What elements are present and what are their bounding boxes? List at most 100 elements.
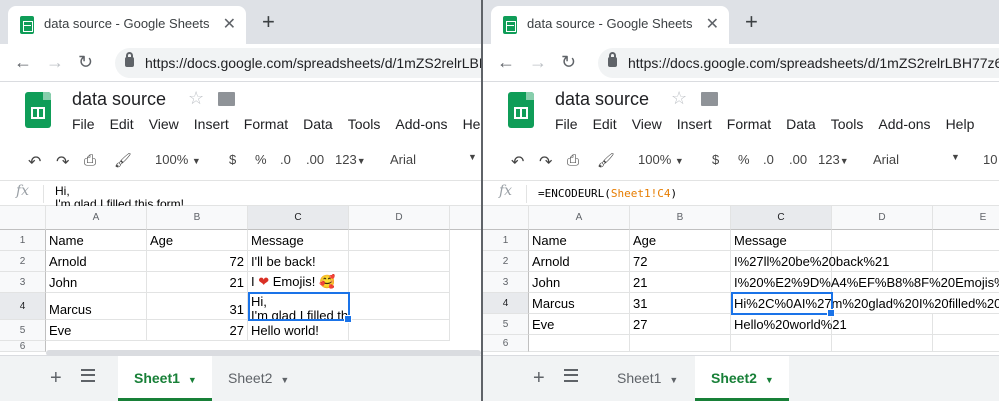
sheet-tab-sheet2[interactable]: Sheet2 ▼ <box>212 356 306 401</box>
more-formats-button[interactable]: 123▼ <box>818 152 849 167</box>
forward-icon[interactable]: → <box>529 52 547 73</box>
font-select[interactable]: Arial <box>873 152 899 167</box>
cell[interactable]: Message <box>731 230 832 251</box>
add-sheet-icon[interactable]: + <box>50 367 62 390</box>
new-tab-icon[interactable]: + <box>745 9 758 35</box>
zoom-select[interactable]: 100% ▼ <box>155 152 201 167</box>
cell[interactable] <box>933 314 999 335</box>
menu-file[interactable]: File <box>72 116 95 132</box>
increase-decimal-button[interactable]: .00 <box>789 152 807 167</box>
row-header-1[interactable]: 1 <box>0 230 46 251</box>
cell[interactable]: Name <box>46 230 147 251</box>
cell[interactable]: 21 <box>147 272 248 293</box>
column-header-b[interactable]: B <box>630 206 731 230</box>
all-sheets-icon[interactable] <box>564 369 578 382</box>
document-title[interactable]: data source <box>555 89 649 110</box>
cell[interactable]: 31 <box>147 293 248 320</box>
percent-button[interactable]: % <box>255 152 267 167</box>
undo-icon[interactable]: ↶ <box>511 152 524 172</box>
reload-icon[interactable]: ↻ <box>78 52 93 73</box>
corner-header[interactable] <box>0 206 46 230</box>
row-header-2[interactable]: 2 <box>483 251 529 272</box>
menu-help[interactable]: Help <box>946 116 975 132</box>
cell[interactable] <box>349 293 450 320</box>
menu-edit[interactable]: Edit <box>110 116 134 132</box>
menu-tools[interactable]: Tools <box>348 116 381 132</box>
browser-tab[interactable]: data source - Google Sheets ✕ <box>8 6 246 44</box>
currency-button[interactable]: $ <box>229 152 236 167</box>
cell-selected[interactable]: Hi%2C%0AI%27m%20glad%20I%20filled%20 <box>731 293 999 314</box>
increase-decimal-button[interactable]: .00 <box>306 152 324 167</box>
more-formats-button[interactable]: 123▼ <box>335 152 366 167</box>
print-icon[interactable]: ⎙ <box>84 152 96 169</box>
menu-addons[interactable]: Add-ons <box>395 116 447 132</box>
corner-header[interactable] <box>483 206 529 230</box>
cell[interactable]: Arnold <box>529 251 630 272</box>
menu-file[interactable]: File <box>555 116 578 132</box>
cell[interactable] <box>832 272 933 293</box>
zoom-select[interactable]: 100% ▼ <box>638 152 684 167</box>
column-header-d[interactable]: D <box>832 206 933 230</box>
menu-format[interactable]: Format <box>727 116 771 132</box>
url-field[interactable]: https://docs.google.com/spreadsheets/d/1… <box>115 48 481 78</box>
menu-edit[interactable]: Edit <box>593 116 617 132</box>
star-icon[interactable]: ☆ <box>671 88 687 109</box>
cell-selected[interactable]: Hi,I'm glad I filled this form! <box>248 293 349 320</box>
close-tab-icon[interactable]: ✕ <box>706 14 719 34</box>
column-header-c[interactable]: C <box>248 206 349 230</box>
redo-icon[interactable]: ↷ <box>56 152 69 172</box>
cell[interactable]: I%20%E2%9D%A4%EF%B8%8F%20Emojis% <box>731 272 999 293</box>
menu-insert[interactable]: Insert <box>677 116 712 132</box>
menu-tools[interactable]: Tools <box>831 116 864 132</box>
cell[interactable] <box>933 230 999 251</box>
column-header-b[interactable]: B <box>147 206 248 230</box>
cell[interactable]: 21 <box>630 272 731 293</box>
cell[interactable]: Marcus <box>529 293 630 314</box>
cell[interactable] <box>349 272 450 293</box>
cell[interactable]: Arnold <box>46 251 147 272</box>
folder-icon[interactable] <box>701 92 718 106</box>
redo-icon[interactable]: ↷ <box>539 152 552 172</box>
cell[interactable] <box>832 230 933 251</box>
column-header-c[interactable]: C <box>731 206 832 230</box>
row-header-6[interactable]: 6 <box>0 341 46 352</box>
cell[interactable]: 72 <box>630 251 731 272</box>
menu-addons[interactable]: Add-ons <box>878 116 930 132</box>
cell[interactable] <box>832 335 933 352</box>
cell[interactable]: I ❤ Emojis! 🥰 <box>248 272 349 293</box>
cell[interactable]: Marcus <box>46 293 147 320</box>
star-icon[interactable]: ☆ <box>188 88 204 109</box>
sheet-tab-sheet2[interactable]: Sheet2 ▼ <box>695 356 789 401</box>
decrease-decimal-button[interactable]: .0 <box>280 152 291 167</box>
cell[interactable]: Eve <box>46 320 147 341</box>
cell[interactable] <box>832 251 933 272</box>
paint-format-icon[interactable]: 🖌 <box>597 152 615 169</box>
cell[interactable] <box>349 230 450 251</box>
cell[interactable]: Age <box>630 230 731 251</box>
menu-data[interactable]: Data <box>303 116 333 132</box>
percent-button[interactable]: % <box>738 152 750 167</box>
decrease-decimal-button[interactable]: .0 <box>763 152 774 167</box>
cell[interactable] <box>529 335 630 352</box>
sheets-logo-icon[interactable] <box>508 92 534 128</box>
sheet-tab-sheet1[interactable]: Sheet1 ▼ <box>118 356 212 401</box>
row-header-4[interactable]: 4 <box>0 293 46 320</box>
cell[interactable]: I'll be back! <box>248 251 349 272</box>
undo-icon[interactable]: ↶ <box>28 152 41 172</box>
cell[interactable]: John <box>46 272 147 293</box>
browser-tab[interactable]: data source - Google Sheets ✕ <box>491 6 729 44</box>
cell[interactable] <box>832 314 933 335</box>
font-chevron-icon[interactable]: ▼ <box>951 152 960 162</box>
sheets-logo-icon[interactable] <box>25 92 51 128</box>
column-header-e[interactable] <box>450 206 481 230</box>
cell[interactable]: 31 <box>630 293 731 314</box>
forward-icon[interactable]: → <box>46 52 64 73</box>
cell[interactable]: Name <box>529 230 630 251</box>
menu-data[interactable]: Data <box>786 116 816 132</box>
row-header-5[interactable]: 5 <box>0 320 46 341</box>
row-header-3[interactable]: 3 <box>0 272 46 293</box>
menu-view[interactable]: View <box>632 116 662 132</box>
document-title[interactable]: data source <box>72 89 166 110</box>
row-header-3[interactable]: 3 <box>483 272 529 293</box>
font-chevron-icon[interactable]: ▼ <box>468 152 477 162</box>
